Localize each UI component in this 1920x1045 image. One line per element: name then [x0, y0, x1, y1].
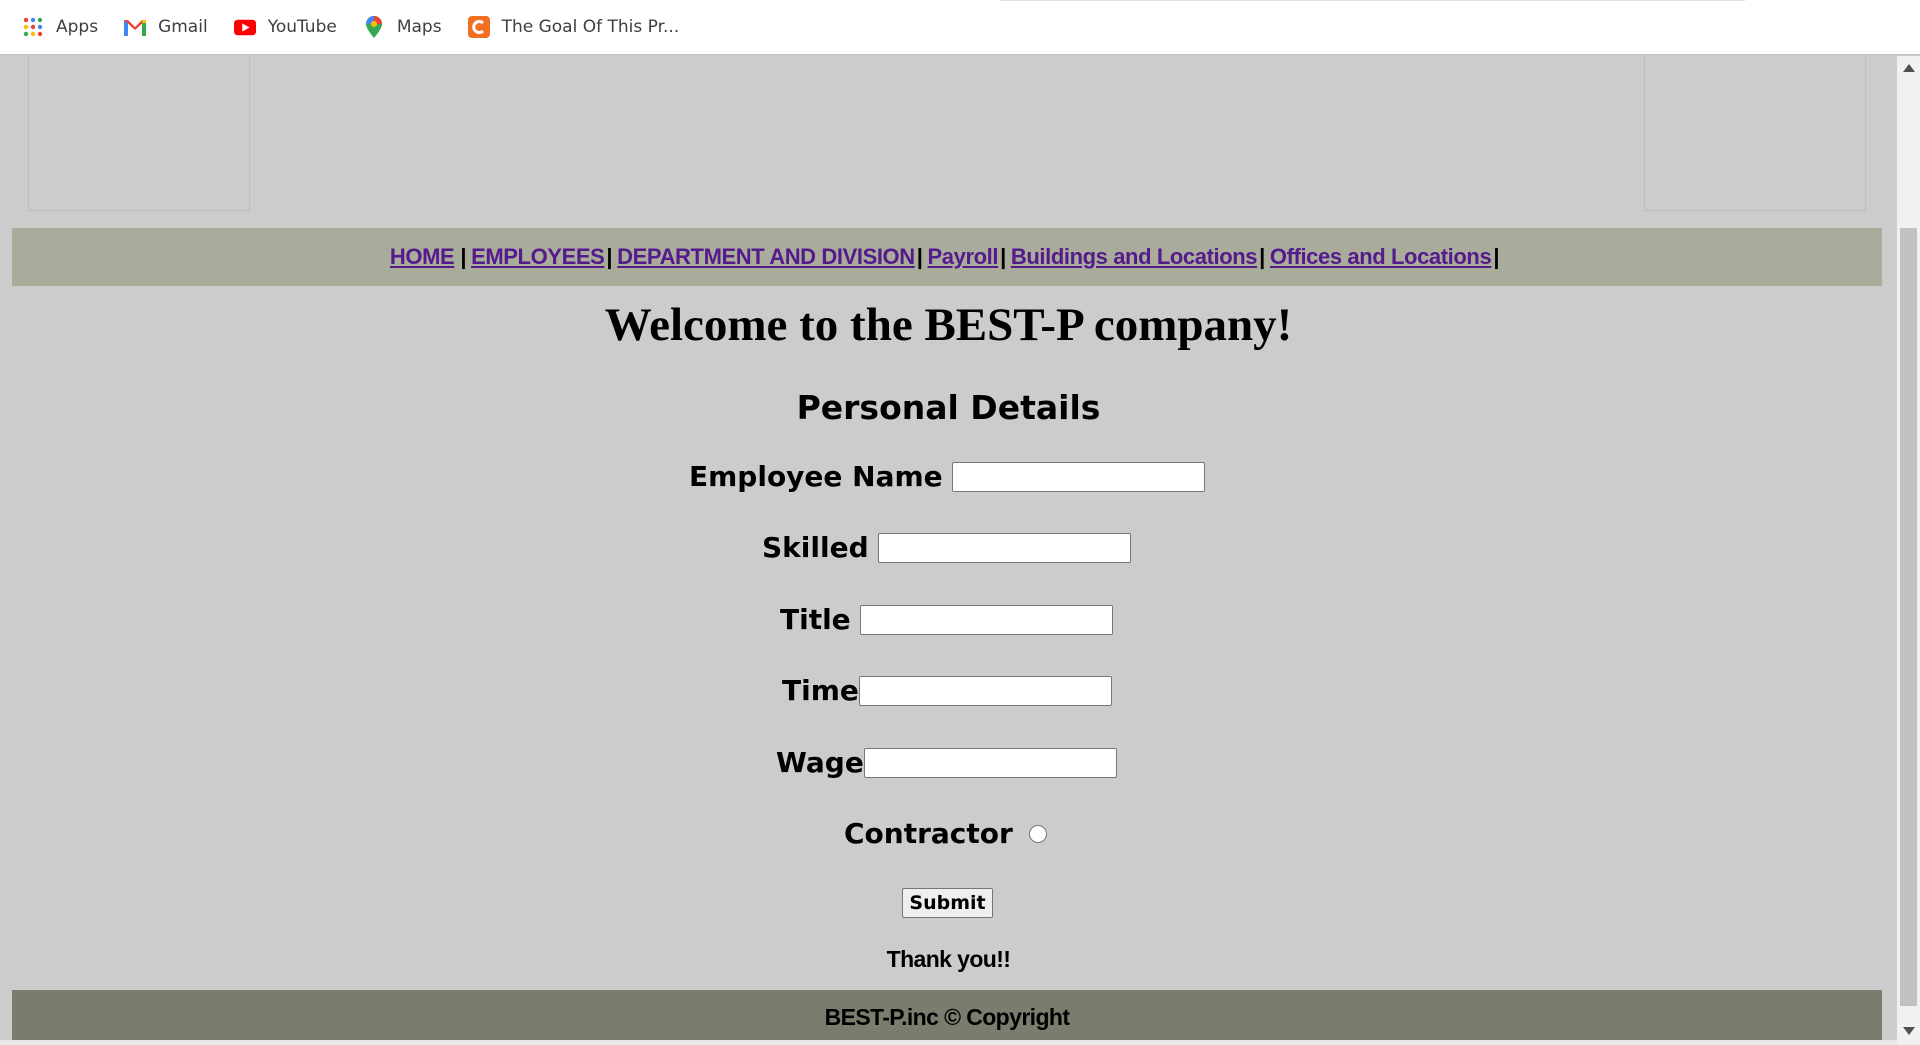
submit-button[interactable]: Submit	[902, 888, 993, 918]
nav-separator: |	[1259, 244, 1265, 269]
bookmark-maps[interactable]: Maps	[363, 16, 442, 38]
employee-name-label: Employee Name	[689, 460, 943, 493]
wage-row: Wage	[776, 746, 1117, 779]
c-logo-icon	[467, 16, 490, 38]
bookmark-gmail-label: Gmail	[158, 17, 208, 37]
page-viewport: HOME | EMPLOYEES | DEPARTMENT AND DIVISI…	[0, 56, 1897, 1045]
welcome-heading: Welcome to the BEST-P company!	[604, 299, 1293, 351]
scroll-up-arrow-icon[interactable]	[1903, 64, 1915, 72]
nav-bar: HOME | EMPLOYEES | DEPARTMENT AND DIVISI…	[12, 228, 1882, 286]
apps-grid-icon	[22, 16, 44, 38]
nav-separator: |	[460, 244, 467, 269]
footer: BEST-P.inc © Copyright	[12, 990, 1882, 1045]
bookmarks-top-divider	[1000, 0, 1745, 1]
bookmark-gmail[interactable]: Gmail	[124, 16, 208, 38]
thank-you-text: Thank you!!	[886, 946, 1011, 972]
nav-link-payroll[interactable]: Payroll	[928, 244, 999, 270]
wage-label: Wage	[776, 746, 864, 779]
personal-details-heading: Personal Details	[796, 388, 1101, 427]
skilled-row: Skilled	[762, 531, 1131, 564]
youtube-icon	[233, 16, 256, 38]
employee-name-row: Employee Name	[689, 460, 1205, 493]
scroll-down-arrow-icon[interactable]	[1903, 1027, 1915, 1035]
title-input[interactable]	[859, 604, 1113, 635]
vertical-scrollbar[interactable]	[1897, 56, 1920, 1045]
title-row: Title	[780, 603, 1113, 636]
bookmarks-bar: Apps Gmail YouTube Maps The Goal Of This…	[0, 0, 1920, 55]
bottom-edge-strip	[0, 1040, 1897, 1045]
employee-name-input[interactable]	[951, 461, 1205, 492]
bookmark-maps-label: Maps	[396, 17, 442, 37]
time-label: Time	[782, 674, 859, 707]
bookmark-apps[interactable]: Apps	[22, 16, 98, 38]
bookmark-goal-label: The Goal Of This Pr...	[501, 17, 680, 37]
time-input[interactable]	[858, 675, 1112, 706]
bookmark-apps-label: Apps	[56, 17, 99, 37]
nav-separator: |	[1000, 244, 1006, 269]
gmail-icon	[124, 16, 147, 38]
nav-link-employees[interactable]: EMPLOYEES	[471, 244, 605, 270]
contractor-row: Contractor	[844, 817, 1047, 850]
wage-input[interactable]	[863, 747, 1117, 778]
time-row: Time	[782, 674, 1112, 707]
nav-separator: |	[916, 244, 923, 269]
nav-link-home[interactable]: HOME	[390, 244, 455, 270]
skilled-input[interactable]	[877, 532, 1131, 563]
right-banner-box	[1644, 56, 1866, 211]
scroll-thumb[interactable]	[1900, 228, 1917, 1006]
footer-copyright: BEST-P.inc © Copyright	[824, 1004, 1070, 1030]
nav-link-department-and-division[interactable]: DEPARTMENT AND DIVISION	[617, 244, 915, 270]
left-banner-box	[28, 56, 250, 211]
nav-link-offices-and-locations[interactable]: Offices and Locations	[1270, 244, 1492, 270]
nav-separator: |	[1493, 244, 1500, 269]
contractor-radio[interactable]	[1028, 824, 1047, 843]
title-label: Title	[780, 603, 851, 636]
skilled-label: Skilled	[762, 531, 869, 564]
nav-separator: |	[606, 244, 613, 269]
contractor-label: Contractor	[844, 817, 1013, 850]
nav-link-buildings-and-locations[interactable]: Buildings and Locations	[1011, 244, 1258, 270]
bookmark-youtube[interactable]: YouTube	[233, 16, 337, 38]
bookmark-goal[interactable]: The Goal Of This Pr...	[467, 16, 680, 38]
bookmark-youtube-label: YouTube	[267, 17, 337, 37]
maps-pin-icon	[363, 16, 385, 38]
